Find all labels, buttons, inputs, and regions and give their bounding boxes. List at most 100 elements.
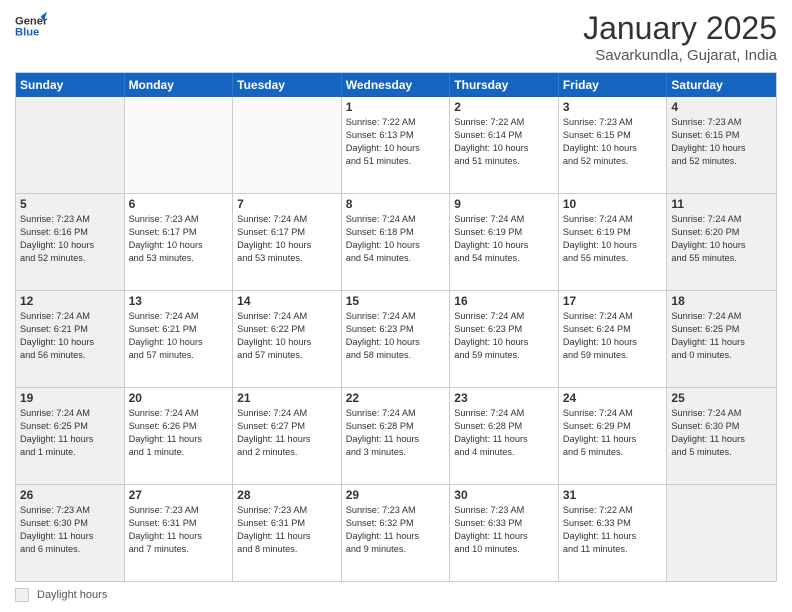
day-number-10: 10: [563, 197, 663, 211]
day-number-22: 22: [346, 391, 446, 405]
day-20: 20 Sunrise: 7:24 AMSunset: 6:26 PMDayligh…: [125, 388, 234, 484]
day-2: 2 Sunrise: 7:22 AMSunset: 6:14 PMDaylight…: [450, 97, 559, 193]
day-15: 15 Sunrise: 7:24 AMSunset: 6:23 PMDayligh…: [342, 291, 451, 387]
day-number-6: 6: [129, 197, 229, 211]
day-info-25: Sunrise: 7:24 AMSunset: 6:30 PMDaylight:…: [671, 407, 772, 459]
day-number-31: 31: [563, 488, 663, 502]
day-9: 9Sunrise: 7:24 AMSunset: 6:19 PMDaylight…: [450, 194, 559, 290]
day-number-17: 17: [563, 294, 663, 308]
week-4: 19 Sunrise: 7:24 AMSunset: 6:25 PMDayligh…: [16, 388, 776, 485]
day-info-22: Sunrise: 7:24 AMSunset: 6:28 PMDaylight:…: [346, 407, 446, 459]
header-friday: Friday: [559, 73, 668, 97]
day-number-13: 13: [129, 294, 229, 308]
day-info-15: Sunrise: 7:24 AMSunset: 6:23 PMDaylight:…: [346, 310, 446, 362]
day-17: 17Sunrise: 7:24 AMSunset: 6:24 PMDayligh…: [559, 291, 668, 387]
day-info-2: Sunrise: 7:22 AMSunset: 6:14 PMDaylight:…: [454, 116, 554, 168]
calendar-header-row: SundayMondayTuesdayWednesdayThursdayFrid…: [16, 73, 776, 97]
day-25: 25 Sunrise: 7:24 AMSunset: 6:30 PMDayligh…: [667, 388, 776, 484]
day-number-7: 7: [237, 197, 337, 211]
day-number-30: 30: [454, 488, 554, 502]
day-info-18: Sunrise: 7:24 AMSunset: 6:25 PMDaylight:…: [671, 310, 772, 362]
day-info-8: Sunrise: 7:24 AMSunset: 6:18 PMDaylight:…: [346, 213, 446, 265]
header: General Blue January 2025 Savarkundla, G…: [15, 10, 777, 64]
empty-cell: [16, 97, 125, 193]
day-28: 28Sunrise: 7:23 AMSunset: 6:31 PMDayligh…: [233, 485, 342, 581]
day-10: 10Sunrise: 7:24 AMSunset: 6:19 PMDayligh…: [559, 194, 668, 290]
day-info-27: Sunrise: 7:23 AMSunset: 6:31 PMDaylight:…: [129, 504, 229, 556]
day-number-23: 23: [454, 391, 554, 405]
day-23: 23 Sunrise: 7:24 AMSunset: 6:28 PMDayligh…: [450, 388, 559, 484]
day-info-11: Sunrise: 7:24 AMSunset: 6:20 PMDaylight:…: [671, 213, 772, 265]
header-thursday: Thursday: [450, 73, 559, 97]
week-3: 12 Sunrise: 7:24 AMSunset: 6:21 PMDayligh…: [16, 291, 776, 388]
page: General Blue January 2025 Savarkundla, G…: [0, 0, 792, 612]
day-number-21: 21: [237, 391, 337, 405]
day-number-2: 2: [454, 100, 554, 114]
day-info-20: Sunrise: 7:24 AMSunset: 6:26 PMDaylight:…: [129, 407, 229, 459]
legend: Daylight hours: [15, 588, 777, 602]
day-22: 22 Sunrise: 7:24 AMSunset: 6:28 PMDayligh…: [342, 388, 451, 484]
day-3: 3 Sunrise: 7:23 AMSunset: 6:15 PMDaylight…: [559, 97, 668, 193]
day-info-4: Sunrise: 7:23 AMSunset: 6:15 PMDaylight:…: [671, 116, 772, 168]
day-info-28: Sunrise: 7:23 AMSunset: 6:31 PMDaylight:…: [237, 504, 337, 556]
day-number-15: 15: [346, 294, 446, 308]
day-14: 14 Sunrise: 7:24 AMSunset: 6:22 PMDayligh…: [233, 291, 342, 387]
header-sunday: Sunday: [16, 73, 125, 97]
day-number-8: 8: [346, 197, 446, 211]
day-number-26: 26: [20, 488, 120, 502]
day-number-3: 3: [563, 100, 663, 114]
day-29: 29 Sunrise: 7:23 AMSunset: 6:32 PMDayligh…: [342, 485, 451, 581]
day-30: 30Sunrise: 7:23 AMSunset: 6:33 PMDayligh…: [450, 485, 559, 581]
day-info-16: Sunrise: 7:24 AMSunset: 6:23 PMDaylight:…: [454, 310, 554, 362]
day-info-23: Sunrise: 7:24 AMSunset: 6:28 PMDaylight:…: [454, 407, 554, 459]
header-tuesday: Tuesday: [233, 73, 342, 97]
header-monday: Monday: [125, 73, 234, 97]
calendar-title: January 2025: [583, 10, 777, 47]
day-13: 13 Sunrise: 7:24 AMSunset: 6:21 PMDayligh…: [125, 291, 234, 387]
day-19: 19 Sunrise: 7:24 AMSunset: 6:25 PMDayligh…: [16, 388, 125, 484]
day-info-3: Sunrise: 7:23 AMSunset: 6:15 PMDaylight:…: [563, 116, 663, 168]
day-info-9: Sunrise: 7:24 AMSunset: 6:19 PMDaylight:…: [454, 213, 554, 265]
day-number-19: 19: [20, 391, 120, 405]
day-number-29: 29: [346, 488, 446, 502]
empty-cell: [125, 97, 234, 193]
day-info-12: Sunrise: 7:24 AMSunset: 6:21 PMDaylight:…: [20, 310, 120, 362]
week-2: 5Sunrise: 7:23 AMSunset: 6:16 PMDaylight…: [16, 194, 776, 291]
day-5: 5Sunrise: 7:23 AMSunset: 6:16 PMDaylight…: [16, 194, 125, 290]
day-info-6: Sunrise: 7:23 AMSunset: 6:17 PMDaylight:…: [129, 213, 229, 265]
day-12: 12 Sunrise: 7:24 AMSunset: 6:21 PMDayligh…: [16, 291, 125, 387]
day-number-20: 20: [129, 391, 229, 405]
day-info-13: Sunrise: 7:24 AMSunset: 6:21 PMDaylight:…: [129, 310, 229, 362]
header-wednesday: Wednesday: [342, 73, 451, 97]
logo: General Blue: [15, 10, 47, 42]
day-number-12: 12: [20, 294, 120, 308]
day-27: 27Sunrise: 7:23 AMSunset: 6:31 PMDayligh…: [125, 485, 234, 581]
header-saturday: Saturday: [667, 73, 776, 97]
day-6: 6 Sunrise: 7:23 AMSunset: 6:17 PMDaylight…: [125, 194, 234, 290]
day-1: 1 Sunrise: 7:22 AMSunset: 6:13 PMDaylight…: [342, 97, 451, 193]
legend-label: Daylight hours: [37, 589, 107, 601]
day-16: 16 Sunrise: 7:24 AMSunset: 6:23 PMDayligh…: [450, 291, 559, 387]
calendar: SundayMondayTuesdayWednesdayThursdayFrid…: [15, 72, 777, 582]
title-block: January 2025 Savarkundla, Gujarat, India: [583, 10, 777, 64]
day-info-19: Sunrise: 7:24 AMSunset: 6:25 PMDaylight:…: [20, 407, 120, 459]
calendar-subtitle: Savarkundla, Gujarat, India: [583, 47, 777, 64]
day-number-11: 11: [671, 197, 772, 211]
day-31: 31Sunrise: 7:22 AMSunset: 6:33 PMDayligh…: [559, 485, 668, 581]
day-info-14: Sunrise: 7:24 AMSunset: 6:22 PMDaylight:…: [237, 310, 337, 362]
day-info-24: Sunrise: 7:24 AMSunset: 6:29 PMDaylight:…: [563, 407, 663, 459]
day-number-25: 25: [671, 391, 772, 405]
empty-cell: [233, 97, 342, 193]
day-info-26: Sunrise: 7:23 AMSunset: 6:30 PMDaylight:…: [20, 504, 120, 556]
day-info-21: Sunrise: 7:24 AMSunset: 6:27 PMDaylight:…: [237, 407, 337, 459]
day-11: 11 Sunrise: 7:24 AMSunset: 6:20 PMDayligh…: [667, 194, 776, 290]
day-info-1: Sunrise: 7:22 AMSunset: 6:13 PMDaylight:…: [346, 116, 446, 168]
day-number-1: 1: [346, 100, 446, 114]
day-info-5: Sunrise: 7:23 AMSunset: 6:16 PMDaylight:…: [20, 213, 120, 265]
day-number-16: 16: [454, 294, 554, 308]
day-number-14: 14: [237, 294, 337, 308]
day-21: 21 Sunrise: 7:24 AMSunset: 6:27 PMDayligh…: [233, 388, 342, 484]
empty-cell: [667, 485, 776, 581]
day-info-29: Sunrise: 7:23 AMSunset: 6:32 PMDaylight:…: [346, 504, 446, 556]
legend-box: [15, 588, 29, 602]
